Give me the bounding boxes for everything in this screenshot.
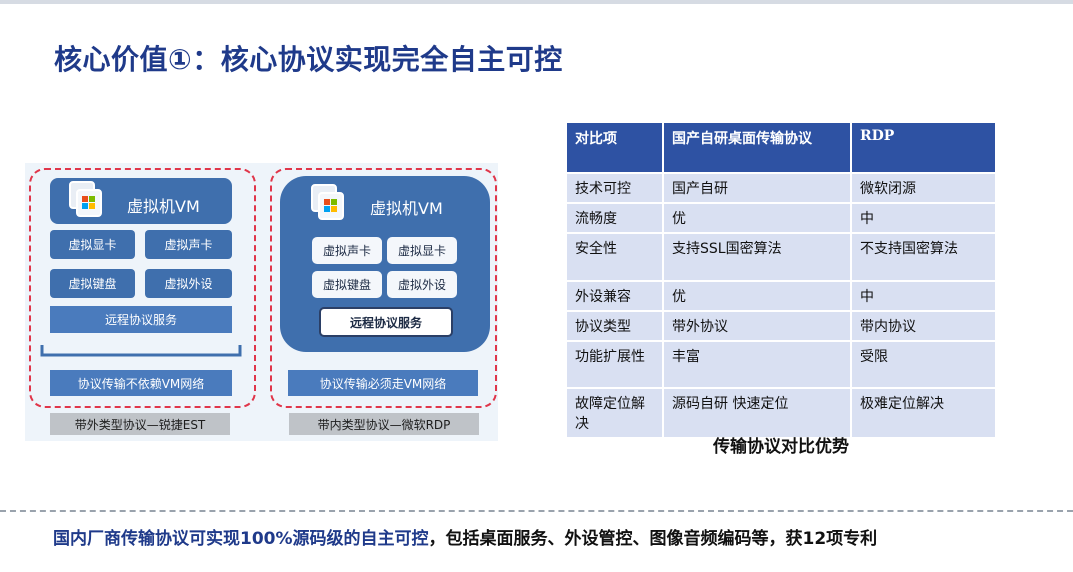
- left-chip-gpu: 虚拟显卡: [50, 230, 135, 259]
- table-row: 协议类型 带外协议 带内协议: [567, 312, 995, 342]
- table-cell: 外设兼容: [567, 282, 664, 312]
- footer-statement: 国内厂商传输协议可实现100%源码级的自主可控，包括桌面服务、外设管控、图像音频…: [53, 524, 877, 549]
- table-cell: 流畅度: [567, 204, 664, 234]
- top-divider: [0, 0, 1073, 4]
- table-cell: 中: [852, 282, 995, 312]
- footer-highlight: 国内厂商传输协议可实现100%源码级的自主可控: [53, 529, 429, 549]
- table-row: 外设兼容 优 中: [567, 282, 995, 312]
- table-cell: 优: [664, 204, 852, 234]
- table-cell: 微软闭源: [852, 174, 995, 204]
- table-cell: 协议类型: [567, 312, 664, 342]
- table-header-cell: RDP: [852, 123, 995, 174]
- table-row: 流畅度 优 中: [567, 204, 995, 234]
- right-chip-peripheral: 虚拟外设: [387, 271, 457, 298]
- windows-vm-icon: [311, 184, 344, 220]
- right-vm-label: 虚拟机VM: [370, 199, 443, 218]
- protocol-architecture-diagram: 虚拟机VM 虚拟显卡 虚拟声卡 虚拟键盘 虚拟外设 远程协议服务 协议传输不依赖…: [25, 163, 498, 441]
- table-row: 功能扩展性 丰富 受限: [567, 342, 995, 389]
- table-cell: 中: [852, 204, 995, 234]
- left-transport-bar: 协议传输不依赖VM网络: [50, 370, 232, 396]
- table-header-row: 对比项 国产自研桌面传输协议 RDP: [567, 123, 995, 174]
- right-transport-bar: 协议传输必须走VM网络: [288, 370, 478, 396]
- table-cell: 受限: [852, 342, 995, 389]
- left-chip-peripheral: 虚拟外设: [145, 269, 232, 298]
- table-caption: 传输协议对比优势: [713, 437, 849, 457]
- right-chip-gpu: 虚拟显卡: [387, 237, 457, 264]
- right-protocol-service: 远程协议服务: [319, 307, 453, 337]
- table-cell: 优: [664, 282, 852, 312]
- protocol-comparison-table: 对比项 国产自研桌面传输协议 RDP 技术可控 国产自研 微软闭源 流畅度 优 …: [567, 123, 995, 439]
- right-chip-keyboard: 虚拟键盘: [312, 271, 382, 298]
- table-cell: 丰富: [664, 342, 852, 389]
- left-chip-sound: 虚拟声卡: [145, 230, 232, 259]
- table-cell: 支持SSL国密算法: [664, 234, 852, 282]
- table-cell: 技术可控: [567, 174, 664, 204]
- table-header-cell: 对比项: [567, 123, 664, 174]
- table-cell: 不支持国密算法: [852, 234, 995, 282]
- table-cell: 功能扩展性: [567, 342, 664, 389]
- left-vm-label: 虚拟机VM: [127, 197, 200, 216]
- table-row: 安全性 支持SSL国密算法 不支持国密算法: [567, 234, 995, 282]
- left-protocol-service: 远程协议服务: [50, 306, 232, 333]
- table-cell: 带内协议: [852, 312, 995, 342]
- table-header-cell: 国产自研桌面传输协议: [664, 123, 852, 174]
- left-caption: 带外类型协议—锐捷EST: [50, 413, 230, 435]
- left-chip-keyboard: 虚拟键盘: [50, 269, 135, 298]
- page-title: 核心价值①：核心协议实现完全自主可控: [54, 43, 563, 76]
- table-row: 技术可控 国产自研 微软闭源: [567, 174, 995, 204]
- footer-divider: [0, 510, 1073, 512]
- footer-rest: ，包括桌面服务、外设管控、图像音频编码等，获12项专利: [428, 529, 878, 549]
- windows-vm-icon: [69, 181, 102, 217]
- table-cell: 带外协议: [664, 312, 852, 342]
- left-bracket: [40, 345, 242, 357]
- right-caption: 带内类型协议—微软RDP: [289, 413, 479, 435]
- table-cell: 国产自研: [664, 174, 852, 204]
- right-chip-sound: 虚拟声卡: [312, 237, 382, 264]
- table-cell: 安全性: [567, 234, 664, 282]
